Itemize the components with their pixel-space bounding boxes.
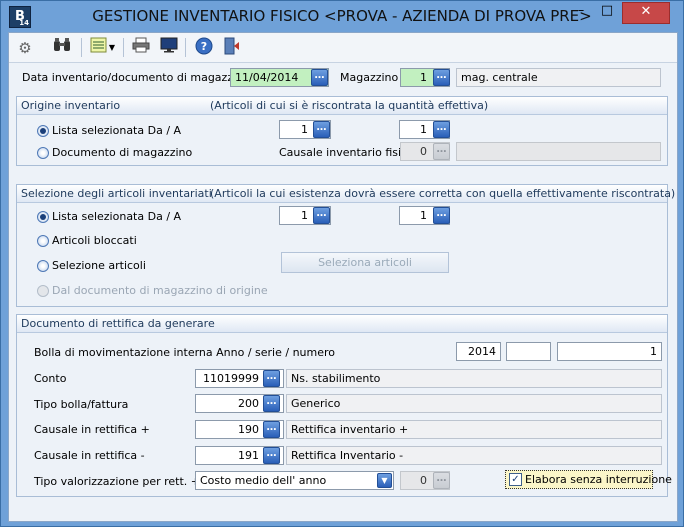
date-lookup-button[interactable]: …: [311, 69, 328, 86]
title-bar[interactable]: B 14 GESTIONE INVENTARIO FISICO <PROVA - …: [1, 1, 683, 32]
toolbar-separator: [123, 38, 124, 57]
causale-minus-lookup-button[interactable]: …: [263, 447, 280, 464]
origine-documento-label: Documento di magazzino: [52, 146, 193, 159]
causale-plus-label: Causale in rettifica +: [34, 423, 150, 436]
printer-icon[interactable]: [130, 37, 152, 59]
selezione-lista-label: Lista selezionata Da / A: [52, 210, 182, 223]
exit-door-icon[interactable]: [221, 37, 243, 59]
selezione-group-header: Selezione degli articoli inventariati (A…: [17, 185, 675, 203]
elabora-checkbox-container[interactable]: ✓ Elabora senza interruzione: [505, 470, 672, 489]
selezione-title: Selezione degli articoli inventariati: [21, 187, 212, 200]
causale-minus-label: Causale in rettifica -: [34, 449, 145, 462]
tipo-valorizzazione-label: Tipo valorizzazione per rett. +: [34, 475, 200, 488]
origine-group-header: Origine inventario (Articoli di cui si è…: [17, 97, 667, 115]
magazzino-description: mag. centrale: [456, 68, 661, 87]
origine-title: Origine inventario: [21, 99, 121, 112]
tipo-bolla-label: Tipo bolla/fattura: [34, 398, 129, 411]
selezione-da-lookup-button[interactable]: …: [313, 207, 330, 224]
causale-inventario-lookup-button[interactable]: …: [433, 143, 450, 160]
tipo-valorizzazione-value: Costo medio dell' anno: [200, 474, 327, 487]
close-button[interactable]: ✕: [622, 2, 670, 24]
toolbar-separator: [81, 38, 82, 57]
dal-documento-radio[interactable]: [37, 285, 49, 297]
causale-plus-description: Rettifica inventario +: [286, 420, 662, 439]
bolla-label: Bolla di movimentazione interna Anno / s…: [34, 346, 336, 359]
documento-group-header: Documento di rettifica da generare: [17, 315, 667, 333]
origine-subtitle: (Articoli di cui si è riscontrata la qua…: [210, 99, 489, 112]
selezione-subtitle: (Articoli la cui esistenza dovrà essere …: [210, 187, 676, 200]
selezione-a-lookup-button[interactable]: …: [433, 207, 450, 224]
toolbar-separator: [185, 38, 186, 57]
origine-lista-label: Lista selezionata Da / A: [52, 124, 182, 137]
documento-title: Documento di rettifica da generare: [21, 317, 215, 330]
main-window: B 14 GESTIONE INVENTARIO FISICO <PROVA - …: [0, 0, 684, 527]
client-area: ⚙ ▼ ? Data inventario/documento di magaz…: [8, 32, 678, 522]
dal-documento-label: Dal documento di magazzino di origine: [52, 284, 268, 297]
tipo-bolla-description: Generico: [286, 394, 662, 413]
causale-plus-lookup-button[interactable]: …: [263, 421, 280, 438]
conto-description: Ns. stabilimento: [286, 369, 662, 388]
tipo-bolla-lookup-button[interactable]: …: [263, 395, 280, 412]
articoli-bloccati-label: Articoli bloccati: [52, 234, 137, 247]
maximize-button[interactable]: □: [594, 2, 620, 22]
minimize-button[interactable]: –: [568, 2, 594, 22]
elabora-label: Elabora senza interruzione: [525, 473, 672, 486]
svg-text:?: ?: [201, 40, 207, 53]
monitor-icon[interactable]: [158, 37, 180, 59]
toolbar: ⚙ ▼ ?: [9, 33, 677, 63]
selezione-articoli-label: Selezione articoli: [52, 259, 146, 272]
chevron-down-icon[interactable]: ▼: [107, 37, 117, 59]
selezione-articoli-radio[interactable]: [37, 260, 49, 272]
bolla-serie-field[interactable]: [506, 342, 551, 361]
magazzino-lookup-button[interactable]: …: [433, 69, 450, 86]
tipo-valorizzazione-select[interactable]: Costo medio dell' anno: [195, 471, 394, 490]
conto-label: Conto: [34, 372, 67, 385]
origine-a-lookup-button[interactable]: …: [433, 121, 450, 138]
elabora-checkbox[interactable]: ✓: [509, 473, 522, 486]
bolla-numero-field[interactable]: 1: [557, 342, 662, 361]
binoculars-icon[interactable]: [51, 37, 73, 59]
magazzino-label: Magazzino: [340, 71, 399, 84]
conto-lookup-button[interactable]: …: [263, 370, 280, 387]
articoli-bloccati-radio[interactable]: [37, 235, 49, 247]
seleziona-articoli-button[interactable]: Seleziona articoli: [281, 252, 449, 273]
bolla-anno-field[interactable]: 2014: [456, 342, 501, 361]
gear-icon[interactable]: ⚙: [14, 37, 36, 59]
date-label: Data inventario/documento di magazzino: [22, 71, 250, 84]
chevron-down-icon[interactable]: ▼: [377, 473, 392, 488]
origine-lista-radio[interactable]: [37, 125, 49, 137]
origine-documento-radio[interactable]: [37, 147, 49, 159]
causale-minus-description: Rettifica Inventario -: [286, 446, 662, 465]
tipo-valorizzazione-lookup-button[interactable]: …: [433, 472, 450, 489]
causale-inventario-label: Causale inventario fisico: [279, 146, 414, 159]
selezione-lista-radio[interactable]: [37, 211, 49, 223]
causale-inventario-description: [456, 142, 661, 161]
origine-da-lookup-button[interactable]: …: [313, 121, 330, 138]
help-icon[interactable]: ?: [193, 37, 215, 59]
